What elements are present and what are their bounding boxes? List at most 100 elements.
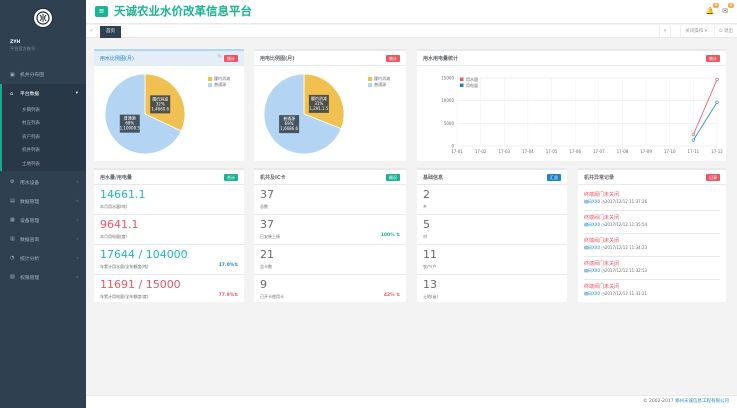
card-label: 合计 [224, 174, 238, 181]
stat-row: 11691 / 15000 年累计用电量/全年额度(度) 77.9%⇅ [94, 275, 244, 304]
legend-swatch [460, 83, 464, 87]
alarm-title[interactable]: 终端阀门未关闭 [584, 237, 619, 244]
logout-button[interactable]: ⏻ 退出 [714, 25, 737, 38]
stat-label: 村 [423, 234, 427, 239]
chevron-left-icon: ‹ [76, 236, 78, 242]
card-label: 统计 [706, 55, 720, 62]
sidebar-subitem-lands[interactable]: 土地列表 [0, 157, 86, 171]
stat-row: 5村 [417, 215, 567, 245]
x-tick-label: 17-04 [522, 149, 534, 154]
tab-scroll-left-button[interactable]: « [86, 25, 98, 38]
stat-label: 土地(亩) [423, 294, 439, 299]
alarm-title[interactable]: 终端阀门未关闭 [584, 283, 619, 290]
message-icon[interactable]: ✉ 8 [720, 3, 734, 16]
stat-value: 2 [423, 188, 430, 201]
data-point[interactable] [715, 77, 719, 82]
sidebar-item-statistics[interactable]: ◔ 统计分析 ‹ [0, 249, 86, 268]
pie-chart-icon: ◔ [10, 255, 15, 261]
stat-row: 13 土地(亩) [417, 275, 567, 304]
card-header: 用水量/用电量 合计 [94, 170, 244, 185]
tab-home[interactable]: 首页 [100, 26, 121, 38]
user-role[interactable]: 平台官方账号 [10, 46, 35, 52]
stat-percent: 77.9%⇅ [218, 293, 238, 298]
x-tick-label: 17-01 [451, 149, 463, 154]
card-title: 机井异常记录 [584, 175, 615, 181]
refresh-icon[interactable]: ↻ [218, 54, 222, 60]
query-icon: ▥ [10, 236, 15, 242]
alarm-device: 编码XX0 [584, 199, 601, 204]
alarm-record[interactable]: 终端阀门未关闭 编码XX0 ◷2017/12/12 11:31:21 [584, 280, 720, 303]
x-tick-label: 17-02 [475, 149, 487, 154]
sidebar-item-map[interactable]: ▣ 机井分布图 [0, 65, 86, 84]
sidebar-subitem-wells[interactable]: 机井列表 [0, 143, 86, 157]
x-tick-label: 17-08 [617, 149, 629, 154]
well-alarm-card: 机井异常记录 记录 终端阀门未关闭 编码XX0 ◷2017/12/12 11:37… [578, 168, 726, 302]
alarm-time: ◷2017/12/12 11:31:21 [601, 291, 648, 296]
sidebar-item-permissions[interactable]: ▧ 权限管理 ‹ [0, 268, 86, 287]
card-label: 汇总 [547, 174, 561, 181]
stat-row: 17644 / 104000 年累计用水量/全年额度(吨) 17.0%⇅ [94, 245, 244, 275]
data-point[interactable] [691, 133, 695, 137]
x-tick-label: 17-11 [688, 149, 700, 154]
footer: © 2002-2017 郑州天诚信息工程有限公司 [86, 395, 737, 408]
logo-icon [33, 8, 53, 28]
sidebar-subitem-villages[interactable]: 村庄列表 [0, 116, 86, 130]
wells-card: 机井及IC卡 概况 37 总数 37 已安装上线 100% ⇅ 21 总卡数 9 已开卡使… [254, 168, 406, 302]
alarm-detail: 编码XX0 ◷2017/12/12 11:31:21 [584, 291, 647, 297]
stat-percent: 42% ⇅ [383, 293, 400, 298]
sidebar-subitem-towns[interactable]: 乡镇列表 [0, 103, 86, 117]
footer-copyright: © 2002-2017 [643, 399, 674, 404]
sidebar-item-data-mgmt[interactable]: ▤ 数据管理 ‹ [0, 192, 86, 211]
legend-label: 普通源 [374, 82, 386, 87]
card-title: 用水量/用电量 [100, 175, 132, 181]
stat-value: 37 [260, 218, 274, 231]
sidebar-item-label: 机井分布图 [20, 73, 44, 78]
bell-icon[interactable]: 🔔 8 [705, 3, 719, 16]
stat-value: 9641.1 [100, 218, 139, 231]
chevron-left-icon: ‹ [76, 255, 78, 261]
stat-value: 11691 / 15000 [100, 278, 181, 291]
sidebar-item-water-devices[interactable]: ⚙ 用水设备 ‹ [0, 173, 86, 192]
stat-value: 5 [423, 218, 430, 231]
stat-percent: 100% ⇅ [380, 233, 400, 238]
card-title: 基础信息 [423, 175, 444, 181]
pie-label-text: 1,10000.5 [120, 126, 141, 131]
sidebar-item-platform-data[interactable]: ⌂ 平台数据 ▾ [0, 84, 86, 103]
alarm-record[interactable]: 终端阀门未关闭 编码XX0 ◷2017/12/12 11:35:54 [584, 211, 720, 234]
alarm-record[interactable]: 终端阀门未关闭 编码XX0 ◷2017/12/12 11:32:53 [584, 257, 720, 280]
pie-data-label: 履约消减32%1,4660.6 [150, 95, 171, 114]
card-header: 机井及IC卡 概况 [254, 170, 406, 185]
card-title: 用水比例图(月) [100, 56, 134, 62]
tab-scroll-right-button[interactable]: » [659, 25, 671, 38]
x-tick-label: 17-07 [593, 149, 605, 154]
data-point[interactable] [691, 138, 695, 142]
pie-legend: 履约消减 普通源 [368, 76, 390, 88]
stat-label: 总卡数 [260, 264, 272, 269]
stat-row: 14661.1 本月用水量(吨) [94, 185, 244, 215]
x-tick-label: 17-03 [498, 149, 510, 154]
alarm-title[interactable]: 终端阀门未关闭 [584, 191, 619, 198]
stat-row: 37 总数 [254, 185, 406, 215]
alarm-title[interactable]: 终端阀门未关闭 [584, 260, 619, 267]
username[interactable]: ZYH [10, 40, 20, 45]
sidebar-item-device-mgmt[interactable]: ▦ 设备管理 ‹ [0, 211, 86, 230]
alarm-title[interactable]: 终端阀门未关闭 [584, 214, 619, 221]
sidebar-item-data-query[interactable]: ▥ 数据查询 ‹ [0, 230, 86, 249]
alarm-record[interactable]: 终端阀门未关闭 编码XX0 ◷2017/12/12 11:37:26 [584, 188, 720, 211]
footer-company-link[interactable]: 郑州天诚信息工程有限公司 [675, 399, 729, 404]
pie-label-text: 1,6686.6 [280, 126, 298, 131]
water-ratio-card: 用水比例图(月) ↻ 统计 履约消减 32% 1,4660.6 普通源 68% 1,100… [94, 49, 244, 161]
card-header: 用水用电量统计 统计 [417, 51, 726, 66]
close-actions-dropdown[interactable]: 关闭操作 ▾ [680, 25, 711, 38]
chevron-left-icon: ‹ [76, 198, 78, 204]
x-tick-label: 17-05 [546, 149, 558, 154]
table-icon: ▤ [10, 198, 15, 204]
sidebar-subitem-farmers[interactable]: 农户列表 [0, 130, 86, 144]
alarm-record[interactable]: 终端阀门未关闭 编码XX0 ◷2017/12/12 11:34:23 [584, 234, 720, 257]
menu-toggle-button[interactable]: ≡ [95, 6, 108, 17]
legend-swatch [368, 83, 372, 87]
gear-icon: ⚙ [10, 179, 15, 185]
stat-row: 2乡 [417, 185, 567, 215]
sidebar-item-label: 设备管理 [20, 218, 40, 224]
data-point[interactable] [715, 100, 719, 104]
